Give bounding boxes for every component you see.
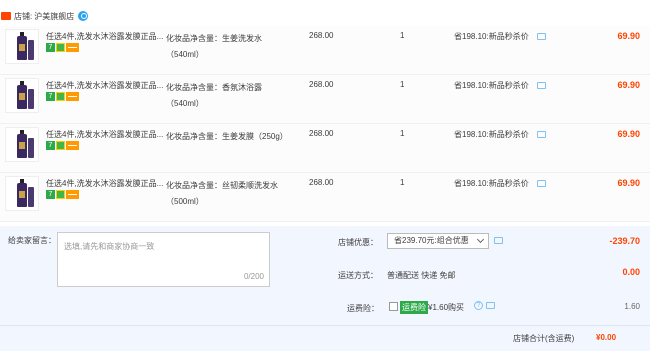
promo-chat-icon[interactable] xyxy=(537,33,546,40)
unit-price: 268.00 xyxy=(309,80,334,89)
promo-chat-icon[interactable] xyxy=(537,82,546,89)
product-sku: 化妆品净含量：生姜发膜（250g） xyxy=(166,132,288,141)
shop-prefix: 店铺: xyxy=(14,11,33,21)
quantity: 1 xyxy=(400,80,405,89)
insurance-chat-icon[interactable] xyxy=(486,302,495,309)
memo-textarea[interactable]: 选填,请先和商家协商一致 0/200 xyxy=(57,232,270,287)
promo-text: 省198.10:新品秒杀价 xyxy=(454,32,529,41)
credit-card-icon[interactable] xyxy=(66,190,79,199)
total-amount: ¥0.00 xyxy=(596,333,617,342)
quantity: 1 xyxy=(400,129,405,138)
quantity: 1 xyxy=(400,31,405,40)
product-title-link[interactable]: 任选4件,洗发水沐浴露发膜正品... xyxy=(46,178,164,189)
seven-day-return-icon[interactable]: 7 xyxy=(46,190,55,199)
item-subtotal: 69.90 xyxy=(617,129,640,139)
product-title-link[interactable]: 任选4件,洗发水沐浴露发膜正品... xyxy=(46,31,164,42)
insurance-badge: 运费险 xyxy=(400,301,428,314)
insurance-price: ¥1.60购买 xyxy=(428,303,465,312)
shipping-method: 普通配送 快递 免邮 xyxy=(387,271,456,280)
shipping-label: 运送方式： xyxy=(338,271,378,280)
product-title-link[interactable]: 任选4件,洗发水沐浴露发膜正品... xyxy=(46,129,164,140)
unit-price: 268.00 xyxy=(309,129,334,138)
product-title-link[interactable]: 任选4件,洗发水沐浴露发膜正品... xyxy=(46,80,164,91)
coupon-chat-icon[interactable] xyxy=(494,237,503,244)
credit-card-icon[interactable] xyxy=(66,92,79,101)
shipping-fee: 0.00 xyxy=(622,267,640,277)
shop-type-icon xyxy=(1,12,11,20)
coupon-select[interactable]: 省239.70元:组合优惠 xyxy=(387,233,489,249)
coupon-amount: -239.70 xyxy=(609,236,640,246)
item-subtotal: 69.90 xyxy=(617,80,640,90)
service-icons: 7 xyxy=(46,190,79,199)
unit-price: 268.00 xyxy=(309,178,334,187)
memo-label: 给卖家留言： xyxy=(8,236,56,245)
seven-day-return-icon[interactable]: 7 xyxy=(46,92,55,101)
order-item: 任选4件,洗发水沐浴露发膜正品... 7 化妆品净含量：生姜洗发水（540ml）… xyxy=(0,26,650,75)
order-item: 任选4件,洗发水沐浴露发膜正品... 7 化妆品净含量：香氛沐浴露（540ml）… xyxy=(0,75,650,124)
guarantee-icon[interactable] xyxy=(56,190,65,199)
insurance-fee: 1.60 xyxy=(624,302,640,311)
product-image[interactable] xyxy=(5,176,39,211)
coupon-label: 店铺优惠： xyxy=(338,238,378,247)
order-item: 任选4件,洗发水沐浴露发膜正品... 7 化妆品净含量：丝韧柔顺洗发水（500m… xyxy=(0,173,650,222)
service-icons: 7 xyxy=(46,92,79,101)
order-item: 任选4件,洗发水沐浴露发膜正品... 7 化妆品净含量：生姜发膜（250g） 2… xyxy=(0,124,650,173)
shop-name-link[interactable]: 沪美旗舰店 xyxy=(34,11,74,22)
product-sku: 化妆品净含量：丝韧柔顺洗发水（500ml） xyxy=(166,181,278,206)
guarantee-icon[interactable] xyxy=(56,43,65,52)
service-icons: 7 xyxy=(46,43,79,52)
item-subtotal: 69.90 xyxy=(617,178,640,188)
promo-text: 省198.10:新品秒杀价 xyxy=(454,130,529,139)
quantity: 1 xyxy=(400,178,405,187)
total-bar: 店铺合计(含运费) ¥0.00 xyxy=(0,325,650,351)
product-image[interactable] xyxy=(5,127,39,162)
promo-text: 省198.10:新品秒杀价 xyxy=(454,179,529,188)
product-sku: 化妆品净含量：生姜洗发水（540ml） xyxy=(166,34,262,59)
memo-char-count: 0/200 xyxy=(243,272,264,281)
product-sku: 化妆品净含量：香氛沐浴露（540ml） xyxy=(166,83,262,108)
credit-card-icon[interactable] xyxy=(66,43,79,52)
credit-card-icon[interactable] xyxy=(66,141,79,150)
promo-text: 省198.10:新品秒杀价 xyxy=(454,81,529,90)
seven-day-return-icon[interactable]: 7 xyxy=(46,43,55,52)
wangwang-chat-icon[interactable] xyxy=(78,11,89,21)
unit-price: 268.00 xyxy=(309,31,334,40)
insurance-checkbox[interactable] xyxy=(389,302,398,311)
memo-placeholder: 选填,请先和商家协商一致 xyxy=(64,242,155,251)
product-image[interactable] xyxy=(5,29,39,64)
item-subtotal: 69.90 xyxy=(617,31,640,41)
promo-chat-icon[interactable] xyxy=(537,131,546,138)
insurance-label: 运费险： xyxy=(347,304,379,313)
promo-chat-icon[interactable] xyxy=(537,180,546,187)
product-image[interactable] xyxy=(5,78,39,113)
total-label: 店铺合计(含运费) xyxy=(513,334,575,343)
help-icon[interactable]: ? xyxy=(474,301,483,310)
guarantee-icon[interactable] xyxy=(56,92,65,101)
service-icons: 7 xyxy=(46,141,79,150)
seven-day-return-icon[interactable]: 7 xyxy=(46,141,55,150)
guarantee-icon[interactable] xyxy=(56,141,65,150)
